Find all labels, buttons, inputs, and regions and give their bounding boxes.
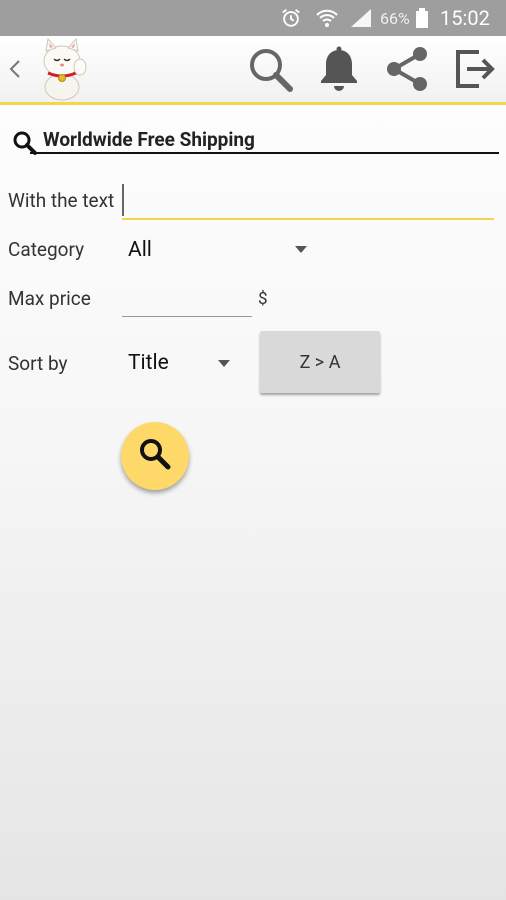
sort-value: Title [128,351,169,375]
clock: 15:02 [440,6,490,30]
sort-select[interactable]: Title [122,343,242,383]
lucky-cat-logo[interactable] [35,36,89,102]
bell-icon[interactable] [314,43,364,95]
alarm-icon [280,0,302,36]
text-filter-input[interactable] [122,180,494,220]
currency-symbol: $ [258,289,268,309]
sort-order-label: Z > A [299,351,341,373]
category-dropdown-icon [295,246,307,253]
app-bar [0,36,506,102]
exit-icon[interactable] [450,45,498,93]
app-bar-accent-line [0,102,506,105]
battery-icon [415,0,429,36]
wifi-icon [315,0,339,36]
sort-dropdown-icon [218,360,230,367]
share-icon[interactable] [380,43,432,95]
search-icon [137,436,173,476]
status-bar: 66% 15:02 [0,0,506,36]
text-filter-underline [122,218,494,220]
sort-by-label: Sort by [8,352,68,375]
max-price-label: Max price [8,287,91,310]
search-button[interactable] [121,422,189,490]
category-select[interactable]: All [122,230,314,270]
signal-icon [349,0,373,36]
max-price-underline [122,316,252,317]
chevron-left-icon[interactable] [4,54,26,84]
max-price-input[interactable] [122,280,252,318]
search-icon[interactable] [244,43,296,95]
sort-order-button[interactable]: Z > A [260,331,380,393]
search-title-underline [30,152,499,154]
category-value: All [128,238,152,262]
search-title[interactable]: Worldwide Free Shipping [43,128,255,151]
text-filter-label: With the text [8,189,115,212]
battery-percent: 66% [380,8,410,28]
category-label: Category [8,238,85,261]
